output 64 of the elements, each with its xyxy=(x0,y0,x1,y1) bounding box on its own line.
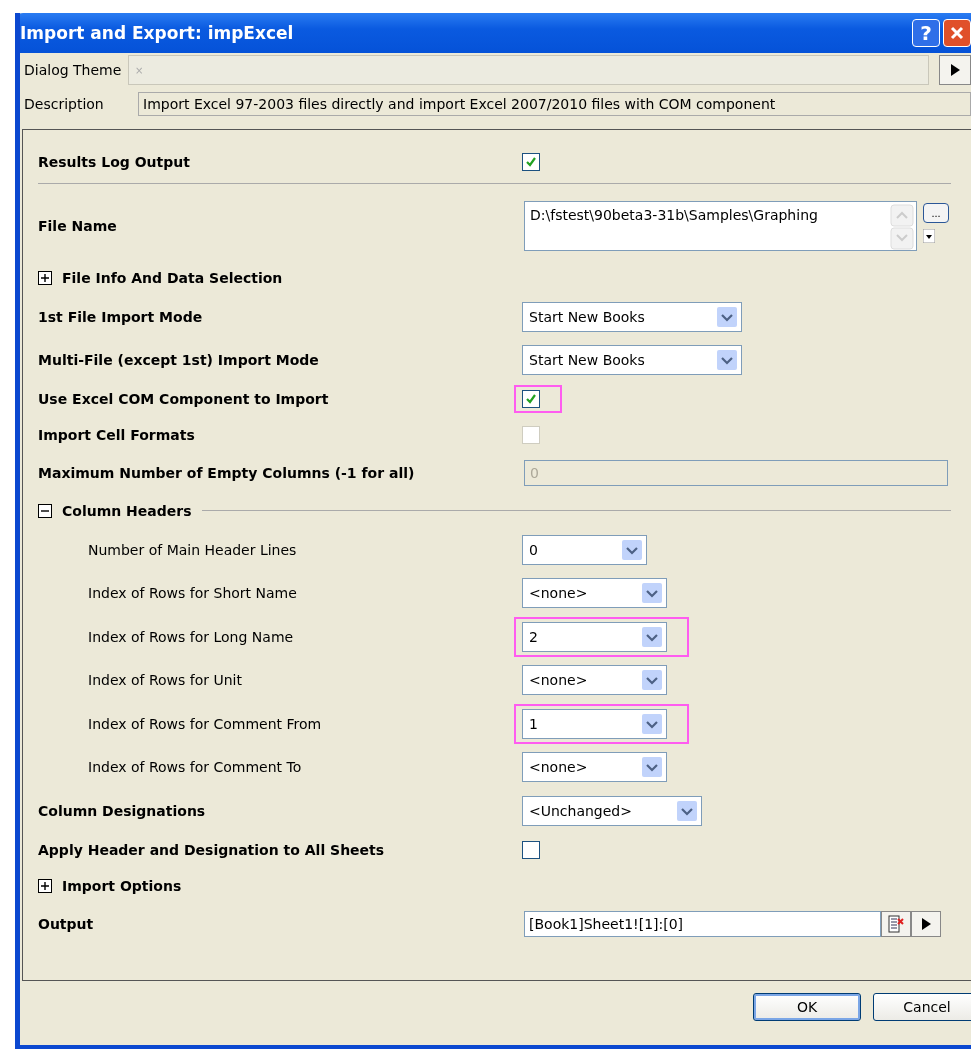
checkbox[interactable] xyxy=(522,153,540,172)
output-field[interactable]: [Book1]Sheet1![1]:[0] xyxy=(524,911,881,937)
option-label: Index of Rows for Comment To xyxy=(87,759,303,776)
checkmark-icon xyxy=(524,392,538,406)
group-label: Column Headers xyxy=(62,502,192,519)
chevron-down-icon xyxy=(622,539,642,560)
dialog-theme-label: Dialog Theme xyxy=(24,62,123,78)
option-label: Multi-File (except 1st) Import Mode xyxy=(38,351,320,368)
ok-button[interactable]: OK xyxy=(753,993,861,1021)
option-label: Output xyxy=(38,916,95,932)
browse-button[interactable]: ... xyxy=(923,203,949,223)
chevron-down-icon xyxy=(677,800,697,821)
chevron-down-icon xyxy=(642,583,662,604)
dropdown-arrow-icon[interactable] xyxy=(923,229,935,243)
checkbox[interactable] xyxy=(522,841,540,859)
option-label: Index of Rows for Long Name xyxy=(87,628,295,645)
option-label: Results Log Output xyxy=(38,154,191,171)
group-label: File Info And Data Selection xyxy=(62,269,283,286)
option-label: Apply Header and Designation to All Sheets xyxy=(38,842,386,858)
option-label: Index of Rows for Comment From xyxy=(87,715,323,732)
close-button[interactable] xyxy=(943,19,971,47)
help-button[interactable]: ? xyxy=(912,19,940,47)
option-label: Number of Main Header Lines xyxy=(87,541,298,558)
description-field: Import Excel 97-2003 files directly and import Excel 2007/2010 files with COM component xyxy=(138,92,971,116)
chevron-down-icon xyxy=(642,626,662,647)
window-title: Import and Export: impExcel xyxy=(20,23,294,43)
dropdown[interactable]: Start New Books xyxy=(522,344,742,375)
worksheet-icon xyxy=(887,915,905,933)
output-menu-button[interactable] xyxy=(911,911,941,937)
play-arrow-icon xyxy=(950,64,960,76)
theme-menu-button[interactable] xyxy=(939,55,971,85)
chevron-down-icon xyxy=(642,713,662,734)
option-label: Index of Rows for Short Name xyxy=(87,585,298,602)
file-name-field[interactable]: D:\fstest\90beta3-31b\Samples\Graphing xyxy=(524,201,917,251)
description-label: Description xyxy=(24,96,105,112)
expand-icon[interactable] xyxy=(38,270,52,285)
dropdown[interactable]: 0 xyxy=(522,534,647,565)
select-range-button[interactable] xyxy=(881,911,911,937)
option-label: Column Designations xyxy=(38,802,207,819)
group-label: Import Options xyxy=(62,877,182,894)
play-arrow-icon xyxy=(921,918,931,930)
option-label: Use Excel COM Component to Import xyxy=(38,391,330,407)
dropdown[interactable]: <none> xyxy=(522,752,667,783)
chevron-down-icon xyxy=(717,306,737,327)
option-label: Import Cell Formats xyxy=(38,427,196,443)
option-label: 1st File Import Mode xyxy=(38,308,204,325)
dropdown[interactable]: <Unchanged> xyxy=(522,795,702,826)
option-label: Index of Rows for Unit xyxy=(87,672,243,689)
close-icon xyxy=(949,25,965,41)
chevron-down-icon xyxy=(642,757,662,778)
dropdown[interactable]: <none> xyxy=(522,578,667,609)
collapse-icon[interactable] xyxy=(38,503,52,518)
chevron-down-icon xyxy=(642,670,662,691)
chevron-down-icon xyxy=(717,349,737,370)
dropdown[interactable]: 2 xyxy=(522,621,667,652)
option-label: File Name xyxy=(38,218,118,234)
dropdown[interactable]: <none> xyxy=(522,665,667,696)
option-label: Maximum Number of Empty Columns (-1 for all) xyxy=(38,465,416,481)
expand-icon[interactable] xyxy=(38,878,52,893)
dropdown[interactable]: 1 xyxy=(522,708,667,739)
dropdown[interactable]: Start New Books xyxy=(522,301,742,332)
checkbox[interactable] xyxy=(522,390,540,408)
scrollbar-arrows-icon xyxy=(890,204,914,250)
cancel-button[interactable]: Cancel xyxy=(873,993,971,1021)
